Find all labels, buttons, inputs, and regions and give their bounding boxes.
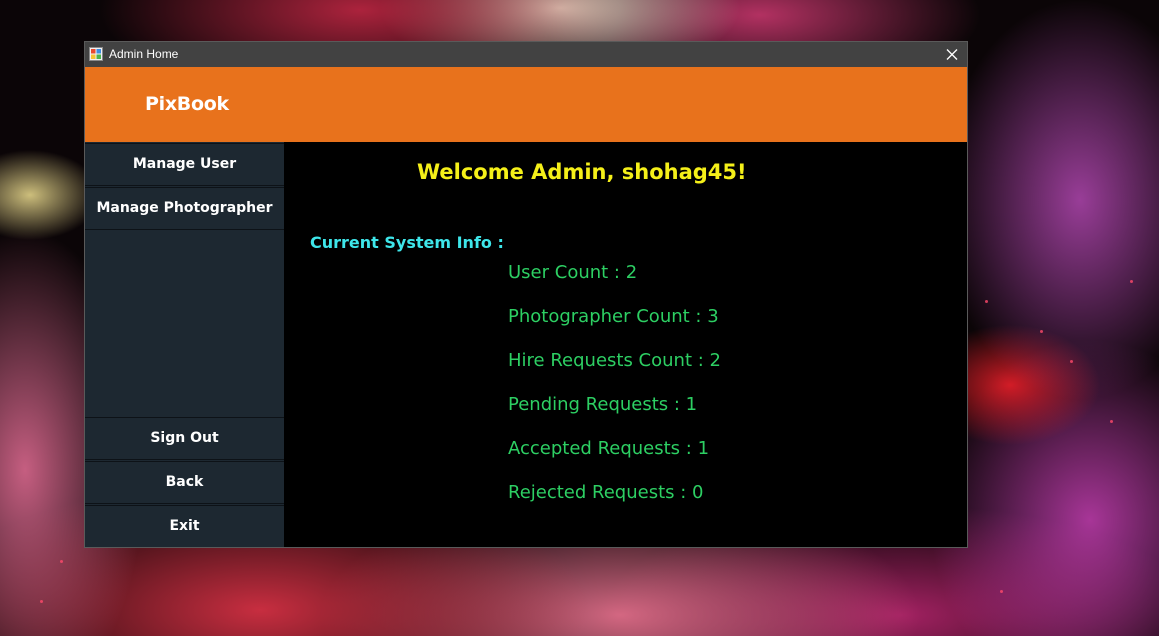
sidebar: Manage User Manage Photographer Sign Out… xyxy=(85,142,284,547)
user-count-label: User Count : 2 xyxy=(508,262,638,283)
hire-requests-count-label: Hire Requests Count : 2 xyxy=(508,350,721,371)
window-title: Admin Home xyxy=(109,47,179,61)
brand-name: PixBook xyxy=(145,93,229,115)
close-button[interactable] xyxy=(937,42,967,67)
system-info-heading: Current System Info : xyxy=(310,233,504,252)
pending-requests-label: Pending Requests : 1 xyxy=(508,394,698,415)
photographer-count-label: Photographer Count : 3 xyxy=(508,306,719,327)
rejected-requests-label: Rejected Requests : 0 xyxy=(508,482,704,503)
accepted-requests-label: Accepted Requests : 1 xyxy=(508,438,710,459)
welcome-heading: Welcome Admin, shohag45! xyxy=(417,160,747,184)
manage-photographer-button[interactable]: Manage Photographer xyxy=(85,187,284,230)
admin-home-window: Admin Home PixBook Manage User Manage Ph… xyxy=(84,41,968,548)
back-button[interactable]: Back xyxy=(85,461,284,504)
app-icon xyxy=(89,47,103,61)
app-header: PixBook xyxy=(85,67,967,142)
close-icon xyxy=(946,49,958,60)
exit-button[interactable]: Exit xyxy=(85,505,284,547)
main-content: Welcome Admin, shohag45! Current System … xyxy=(284,142,967,547)
title-bar[interactable]: Admin Home xyxy=(85,42,967,67)
sign-out-button[interactable]: Sign Out xyxy=(85,417,284,460)
manage-user-button[interactable]: Manage User xyxy=(85,143,284,186)
